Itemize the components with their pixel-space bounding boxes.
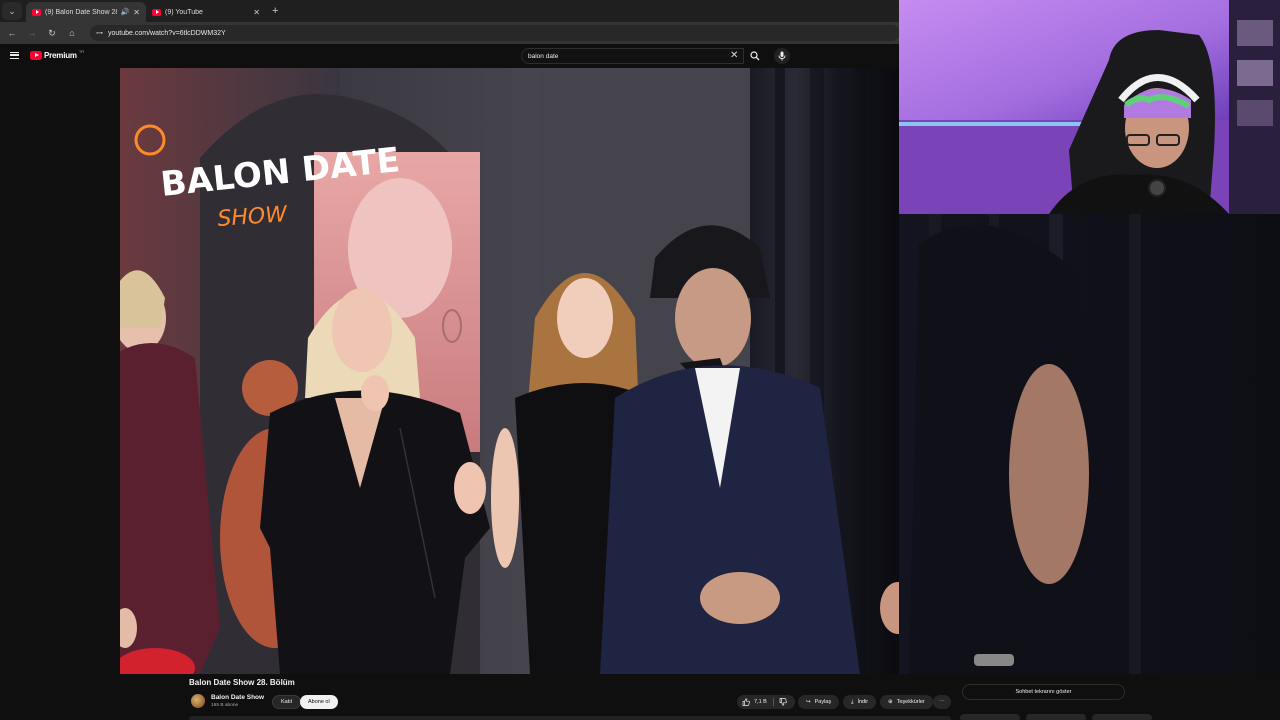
new-tab-icon[interactable]: + <box>272 5 278 17</box>
tab-title: (9) Balon Date Show 28. Bö <box>45 8 117 16</box>
tab-title: (9) YouTube <box>165 8 203 16</box>
subscribe-button[interactable]: Abone ol <box>300 695 338 709</box>
more-actions-button[interactable]: ⋯ <box>933 695 951 709</box>
webcam-overlay <box>899 0 1280 214</box>
tab-balon-date-show[interactable]: (9) Balon Date Show 28. Bö 🔊 ✕ <box>26 2 146 22</box>
share-label: Paylaş <box>814 699 832 705</box>
youtube-favicon-icon <box>152 8 161 16</box>
speaker-icon[interactable]: 🔊 <box>121 8 130 16</box>
search-input-value: balon date <box>528 52 559 60</box>
overlay-logo-line2: SHOW <box>217 202 289 232</box>
chip[interactable] <box>960 714 1020 720</box>
webcam-scene <box>899 0 1280 214</box>
youtube-favicon-icon <box>32 8 41 16</box>
video-frame: BALON DATE SHOW <box>120 68 900 674</box>
download-label: İndir <box>857 699 869 705</box>
show-chat-replay-button[interactable]: Sohbet tekrarını göster <box>962 684 1125 700</box>
thumbs-up-icon <box>742 698 750 706</box>
microphone-icon <box>778 51 786 61</box>
video-title: Balon Date Show 28. Bölüm <box>189 678 295 687</box>
browser-tab-strip: ⌄ (9) Balon Date Show 28. Bö 🔊 ✕ (9) You… <box>0 0 900 22</box>
share-button[interactable]: ↪ Paylaş <box>798 695 840 709</box>
close-tab-icon[interactable]: ✕ <box>253 8 260 17</box>
tab-youtube[interactable]: (9) YouTube ✕ <box>146 2 266 22</box>
screen: ⌄ (9) Balon Date Show 28. Bö 🔊 ✕ (9) You… <box>0 0 1280 720</box>
thanks-button[interactable]: ⊕ Teşekkürler <box>880 695 933 709</box>
chip[interactable] <box>1092 714 1152 720</box>
download-icon: ⤓ <box>851 698 854 705</box>
menu-icon[interactable] <box>10 52 19 59</box>
share-icon: ↪ <box>806 699 811 705</box>
reload-icon[interactable]: ↻ <box>46 28 58 39</box>
channel-avatar[interactable] <box>191 694 205 708</box>
tab-search-chevron-icon[interactable]: ⌄ <box>2 2 22 20</box>
search-icon <box>750 51 760 61</box>
like-button[interactable]: 7,1 B <box>737 695 795 709</box>
forward-arrow-icon[interactable]: → <box>26 28 38 38</box>
voice-search-button[interactable] <box>774 48 790 64</box>
thumbs-down-icon[interactable] <box>779 698 787 706</box>
right-scene <box>909 214 1141 674</box>
site-info-icon[interactable]: ⊶ <box>96 29 103 37</box>
logo-wordmark: Premium <box>44 51 77 60</box>
join-button[interactable]: Katıl <box>272 695 302 709</box>
download-button[interactable]: ⤓ İndir <box>843 695 877 709</box>
like-divider <box>773 698 774 706</box>
chip[interactable] <box>1026 714 1086 720</box>
browser-toolbar: ← → ↻ ⌂ ⊶ youtube.com/watch?v=6tlcDDWM32… <box>0 22 900 44</box>
thanks-icon: ⊕ <box>888 699 893 705</box>
back-arrow-icon[interactable]: ← <box>6 28 18 38</box>
search-input[interactable]: balon date <box>521 48 744 64</box>
url-text: youtube.com/watch?v=6tlcDDWM32Y <box>108 29 226 37</box>
more-icon: ⋯ <box>939 699 945 705</box>
youtube-play-icon <box>30 51 42 60</box>
recommendation-chips <box>960 714 1152 720</box>
logo-region: TR <box>78 49 85 54</box>
subscriber-count: 165 B abone <box>211 703 239 708</box>
channel-name[interactable]: Balon Date Show <box>211 694 264 701</box>
like-count: 7,1 B <box>754 699 767 705</box>
video-right-extension <box>899 214 1280 674</box>
address-bar[interactable]: ⊶ youtube.com/watch?v=6tlcDDWM32Y <box>90 25 900 41</box>
description-box[interactable] <box>189 716 951 720</box>
youtube-premium-logo[interactable]: Premium TR <box>30 49 85 60</box>
clear-search-icon[interactable]: ✕ <box>730 50 738 61</box>
thanks-label: Teşekkürler <box>896 699 925 705</box>
close-tab-icon[interactable]: ✕ <box>133 8 140 17</box>
home-icon[interactable]: ⌂ <box>66 28 78 38</box>
video-player[interactable]: BALON DATE SHOW <box>120 68 900 674</box>
search-button[interactable] <box>744 48 766 64</box>
